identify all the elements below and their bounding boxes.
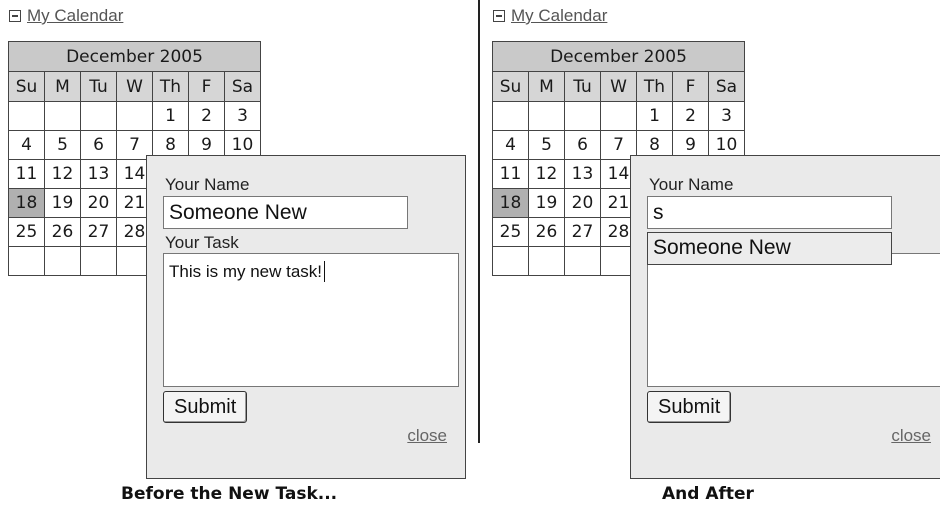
calendar-day-cell[interactable]: 4 (8, 130, 45, 160)
weekday-header: Th (636, 71, 673, 102)
calendar-day-cell[interactable]: 11 (492, 159, 529, 189)
weekday-header: F (188, 71, 225, 102)
new-task-popup: Your Name Someone New Submit close (630, 155, 940, 479)
calendar-day-cell[interactable]: 5 (528, 130, 565, 160)
caption-before: Before the New Task... (121, 484, 338, 504)
calendar-day-cell[interactable]: 20 (564, 188, 601, 218)
weekday-header: Su (8, 71, 45, 102)
weekday-header: M (528, 71, 565, 102)
calendar-day-cell (600, 101, 637, 131)
weekday-header: Sa (224, 71, 261, 102)
calendar-day-cell[interactable]: 25 (492, 217, 529, 247)
calendar-day-cell (80, 246, 117, 276)
text-caret (324, 261, 326, 282)
divider (478, 0, 480, 443)
calendar-day-cell[interactable]: 2 (672, 101, 709, 131)
calendar-day-cell (44, 101, 81, 131)
weekday-header: Sa (708, 71, 745, 102)
weekday-header: Tu (564, 71, 601, 102)
name-input[interactable] (163, 196, 408, 229)
submit-button[interactable]: Submit (163, 391, 248, 423)
calendar-day-cell[interactable]: 27 (80, 217, 117, 247)
calendar-header: My Calendar (9, 6, 123, 26)
calendar-day-cell[interactable]: 26 (528, 217, 565, 247)
collapse-icon[interactable] (9, 10, 21, 22)
calendar-day-cell[interactable]: 25 (8, 217, 45, 247)
my-calendar-link[interactable]: My Calendar (511, 6, 607, 26)
collapse-icon[interactable] (493, 10, 505, 22)
calendar-day-cell[interactable]: 1 (152, 101, 189, 131)
calendar-day-cell (528, 101, 565, 131)
calendar-day-cell (492, 246, 529, 276)
task-label: Your Task (165, 233, 239, 252)
calendar-day-cell[interactable]: 18 (8, 188, 45, 218)
weekday-header: F (672, 71, 709, 102)
calendar-day-cell[interactable]: 11 (8, 159, 45, 189)
calendar-day-cell[interactable]: 4 (492, 130, 529, 160)
calendar-day-cell (564, 246, 601, 276)
weekday-header: Su (492, 71, 529, 102)
weekday-header: W (600, 71, 637, 102)
calendar-day-cell (564, 101, 601, 131)
my-calendar-link[interactable]: My Calendar (27, 6, 123, 26)
new-task-popup: Your Name Your Task This is my new task!… (146, 155, 466, 479)
task-textarea[interactable]: This is my new task! (163, 253, 459, 387)
calendar-month-title: December 2005 (8, 41, 261, 72)
weekday-header: M (44, 71, 81, 102)
calendar-day-cell[interactable]: 6 (80, 130, 117, 160)
calendar-day-cell (80, 101, 117, 131)
calendar-day-cell[interactable]: 18 (492, 188, 529, 218)
calendar-day-cell[interactable]: 1 (636, 101, 673, 131)
calendar-day-cell[interactable]: 5 (44, 130, 81, 160)
name-label: Your Name (649, 175, 734, 194)
calendar-day-cell (44, 246, 81, 276)
calendar-month-title: December 2005 (492, 41, 745, 72)
calendar-day-cell[interactable]: 12 (44, 159, 81, 189)
calendar-day-cell[interactable]: 26 (44, 217, 81, 247)
calendar-day-cell[interactable]: 13 (564, 159, 601, 189)
calendar-day-cell (8, 246, 45, 276)
weekday-header: W (116, 71, 153, 102)
calendar-day-cell (492, 101, 529, 131)
close-link[interactable]: close (891, 426, 931, 446)
calendar-day-cell[interactable]: 13 (80, 159, 117, 189)
calendar-day-cell[interactable]: 6 (564, 130, 601, 160)
name-label: Your Name (165, 175, 250, 194)
after-panel: My Calendar December 2005 Su M Tu W Th F Sa 1 2 3 4… (484, 0, 940, 510)
calendar-day-cell[interactable]: 27 (564, 217, 601, 247)
calendar-day-cell (8, 101, 45, 131)
before-panel: My Calendar December 2005 Su M Tu W Th F Sa 1 2 3 4… (0, 0, 478, 510)
calendar-day-cell (116, 101, 153, 131)
calendar-day-cell[interactable]: 3 (708, 101, 745, 131)
calendar-day-cell[interactable]: 20 (80, 188, 117, 218)
weekday-header: Tu (80, 71, 117, 102)
caption-after: And After (662, 484, 754, 504)
autocomplete-suggestion[interactable]: Someone New (647, 232, 892, 265)
calendar-day-cell[interactable]: 12 (528, 159, 565, 189)
calendar-header: My Calendar (493, 6, 607, 26)
close-link[interactable]: close (407, 426, 447, 446)
calendar-week-row: 123 (8, 101, 261, 131)
calendar-day-cell[interactable]: 3 (224, 101, 261, 131)
name-input[interactable] (647, 196, 892, 229)
calendar-day-cell (528, 246, 565, 276)
calendar-day-cell[interactable]: 19 (528, 188, 565, 218)
calendar-week-row: 123 (492, 101, 745, 131)
weekday-header: Th (152, 71, 189, 102)
calendar-day-cell[interactable]: 2 (188, 101, 225, 131)
task-textarea[interactable] (647, 253, 940, 387)
submit-button[interactable]: Submit (647, 391, 732, 423)
calendar-day-cell[interactable]: 19 (44, 188, 81, 218)
task-text: This is my new task! (169, 262, 323, 281)
